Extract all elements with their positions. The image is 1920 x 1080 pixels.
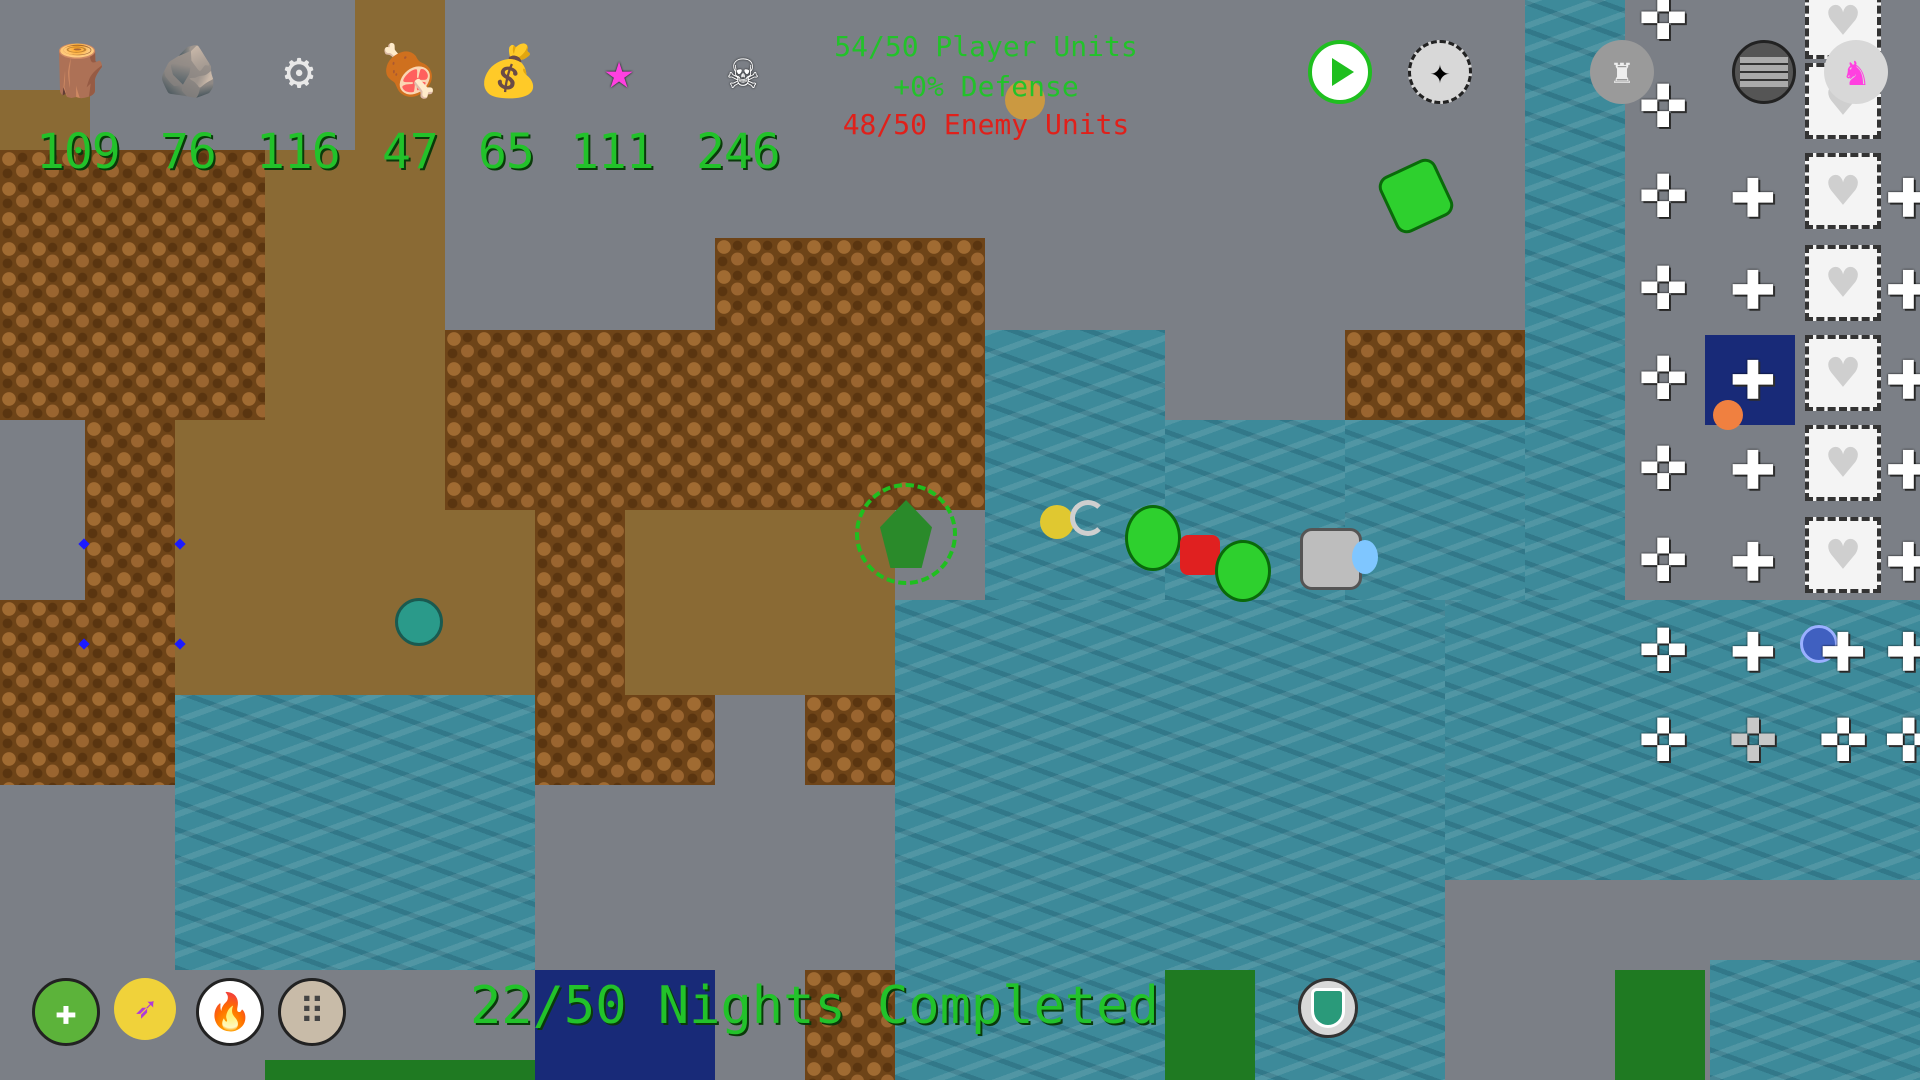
shield-button[interactable] xyxy=(1298,978,1358,1038)
block-tile-icon[interactable]: ✚ xyxy=(1730,516,1777,594)
water xyxy=(175,695,535,970)
water xyxy=(1345,420,1525,600)
block-tile-icon[interactable]: ✚ xyxy=(1885,606,1920,684)
heart-icon: ♥ xyxy=(1827,434,1859,492)
player-units-status: 54/50 Player Units xyxy=(834,30,1138,63)
heart-icon: ♥ xyxy=(1827,254,1859,312)
gold-ore-icon: 💰 xyxy=(477,42,541,100)
green-knight-unit[interactable] xyxy=(1125,505,1181,571)
rock-terrain xyxy=(0,150,265,420)
cross-tile-icon[interactable]: ✜ xyxy=(1640,0,1687,52)
rubble-ability[interactable]: ⠿ xyxy=(278,978,346,1046)
heart-tile[interactable]: ♥ xyxy=(1805,153,1881,229)
brick-wall-icon xyxy=(1740,57,1788,87)
kill-count: 246 xyxy=(696,124,781,180)
brick-wall-button[interactable] xyxy=(1732,40,1796,104)
rock-terrain xyxy=(805,695,895,785)
heart-tile[interactable]: ♥ xyxy=(1805,425,1881,501)
creature-summon-button[interactable]: ✦ xyxy=(1408,40,1472,104)
pink-star-icon: ★ xyxy=(603,42,635,100)
water xyxy=(1710,960,1920,1080)
gold-count: 65 xyxy=(478,124,535,180)
unicorn-button[interactable]: ♞ xyxy=(1824,40,1888,104)
cross-tile-icon[interactable]: ✜ xyxy=(1640,696,1687,774)
gray-unit-button[interactable]: ♜ xyxy=(1590,40,1654,104)
play-button[interactable] xyxy=(1308,40,1372,104)
defense-status: +0% Defense xyxy=(893,70,1079,103)
heal-ability[interactable]: ✚ xyxy=(32,978,100,1046)
resource-bar: 🪵 🪨 ⚙ 🍖 💰 ★ ☠ 109 76 116 47 65 111 246 xyxy=(0,0,820,190)
block-tile-icon[interactable]: ✚ xyxy=(1885,516,1920,594)
block-tile-icon[interactable]: ✚ xyxy=(1885,152,1920,230)
base-grid: ✜ ✜ ✜ ✜ ✜ ✜ ✜ ✜ ✜ ✚ ✚ ✚ ✚ ✚ ✚ ✜ ♥ ♥ ♥ ♥ … xyxy=(1615,0,1920,790)
silver-ring-unit[interactable] xyxy=(1070,500,1106,536)
cross-tile-icon[interactable]: ✜ xyxy=(1730,696,1777,774)
rock-terrain xyxy=(535,510,625,785)
grass xyxy=(1615,970,1705,1080)
block-tile-icon[interactable]: ✚ xyxy=(1730,244,1777,322)
mana-count: 111 xyxy=(570,124,655,180)
grass xyxy=(1165,970,1255,1080)
nights-completed: 22/50 Nights Completed xyxy=(470,976,1159,1036)
heart-icon: ♥ xyxy=(1827,526,1859,584)
cross-tile-icon[interactable]: ✜ xyxy=(1885,696,1920,774)
block-tile-icon[interactable]: ✚ xyxy=(1730,606,1777,684)
cross-tile-icon[interactable]: ✜ xyxy=(1640,244,1687,322)
fire-ability-icon: 🔥 xyxy=(207,992,253,1033)
red-meat-icon: 🍖 xyxy=(377,42,441,100)
cross-tile-icon[interactable]: ✜ xyxy=(1640,334,1687,412)
cross-tile-icon[interactable]: ✜ xyxy=(1820,696,1867,774)
meat-count: 47 xyxy=(382,124,439,180)
cross-tile-icon[interactable]: ✜ xyxy=(1640,424,1687,502)
gray-unit-icon: ♜ xyxy=(1611,52,1633,92)
metal-gear-icon: ⚙ xyxy=(283,42,315,100)
block-tile-icon[interactable]: ✚ xyxy=(1885,334,1920,412)
rock-terrain xyxy=(0,600,175,785)
play-button-icon xyxy=(1332,58,1354,86)
block-tile-icon[interactable]: ✚ xyxy=(1730,152,1777,230)
skull-icon: ☠ xyxy=(727,42,759,100)
heart-tile[interactable]: ♥ xyxy=(1805,245,1881,321)
block-tile-icon[interactable]: ✚ xyxy=(1885,244,1920,322)
turtle-unit[interactable] xyxy=(395,598,443,646)
yellow-unit[interactable] xyxy=(1040,505,1074,539)
green-knight-unit[interactable] xyxy=(1215,540,1271,602)
cross-tile-icon[interactable]: ✜ xyxy=(1640,606,1687,684)
wood-count: 109 xyxy=(36,124,121,180)
block-tile-icon[interactable]: ✚ xyxy=(1730,424,1777,502)
rubble-ability-icon: ⠿ xyxy=(298,991,326,1033)
cross-tile-icon[interactable]: ✜ xyxy=(1640,152,1687,230)
grass xyxy=(265,1060,535,1080)
metal-count: 116 xyxy=(256,124,341,180)
block-tile-icon[interactable]: ✚ xyxy=(1820,606,1867,684)
stone-count: 76 xyxy=(160,124,217,180)
block-tile-icon[interactable]: ✚ xyxy=(1885,424,1920,502)
enemy-units-status: 48/50 Enemy Units xyxy=(842,108,1130,141)
rock-terrain xyxy=(85,420,175,600)
shield-icon xyxy=(1311,988,1345,1028)
dirt-path xyxy=(265,150,445,420)
blue-enemy-unit[interactable] xyxy=(1352,540,1378,574)
heart-tile[interactable]: ♥ xyxy=(1805,335,1881,411)
wood-logs-icon: 🪵 xyxy=(47,42,111,100)
heart-tile[interactable]: ♥ xyxy=(1805,517,1881,593)
green-flying-unit[interactable] xyxy=(1374,154,1458,238)
arrow-ability-icon: ➶ xyxy=(134,988,156,1030)
rock-terrain xyxy=(1345,330,1525,420)
heal-ability-icon: ✚ xyxy=(55,991,77,1033)
rock-terrain xyxy=(625,695,715,785)
creature-summon-icon: ✦ xyxy=(1429,52,1451,92)
stone-slab-icon: 🪨 xyxy=(157,42,221,100)
unicorn-icon: ♞ xyxy=(1844,50,1868,94)
arrow-ability[interactable]: ➶ xyxy=(114,978,176,1040)
red-enemy-unit[interactable] xyxy=(1180,535,1220,575)
rock-terrain xyxy=(715,238,985,330)
block-tile-icon[interactable]: ✚ xyxy=(1730,334,1777,412)
heart-icon: ♥ xyxy=(1827,344,1859,402)
cross-tile-icon[interactable]: ✜ xyxy=(1640,516,1687,594)
heart-icon: ♥ xyxy=(1827,162,1859,220)
fire-ability[interactable]: 🔥 xyxy=(196,978,264,1046)
